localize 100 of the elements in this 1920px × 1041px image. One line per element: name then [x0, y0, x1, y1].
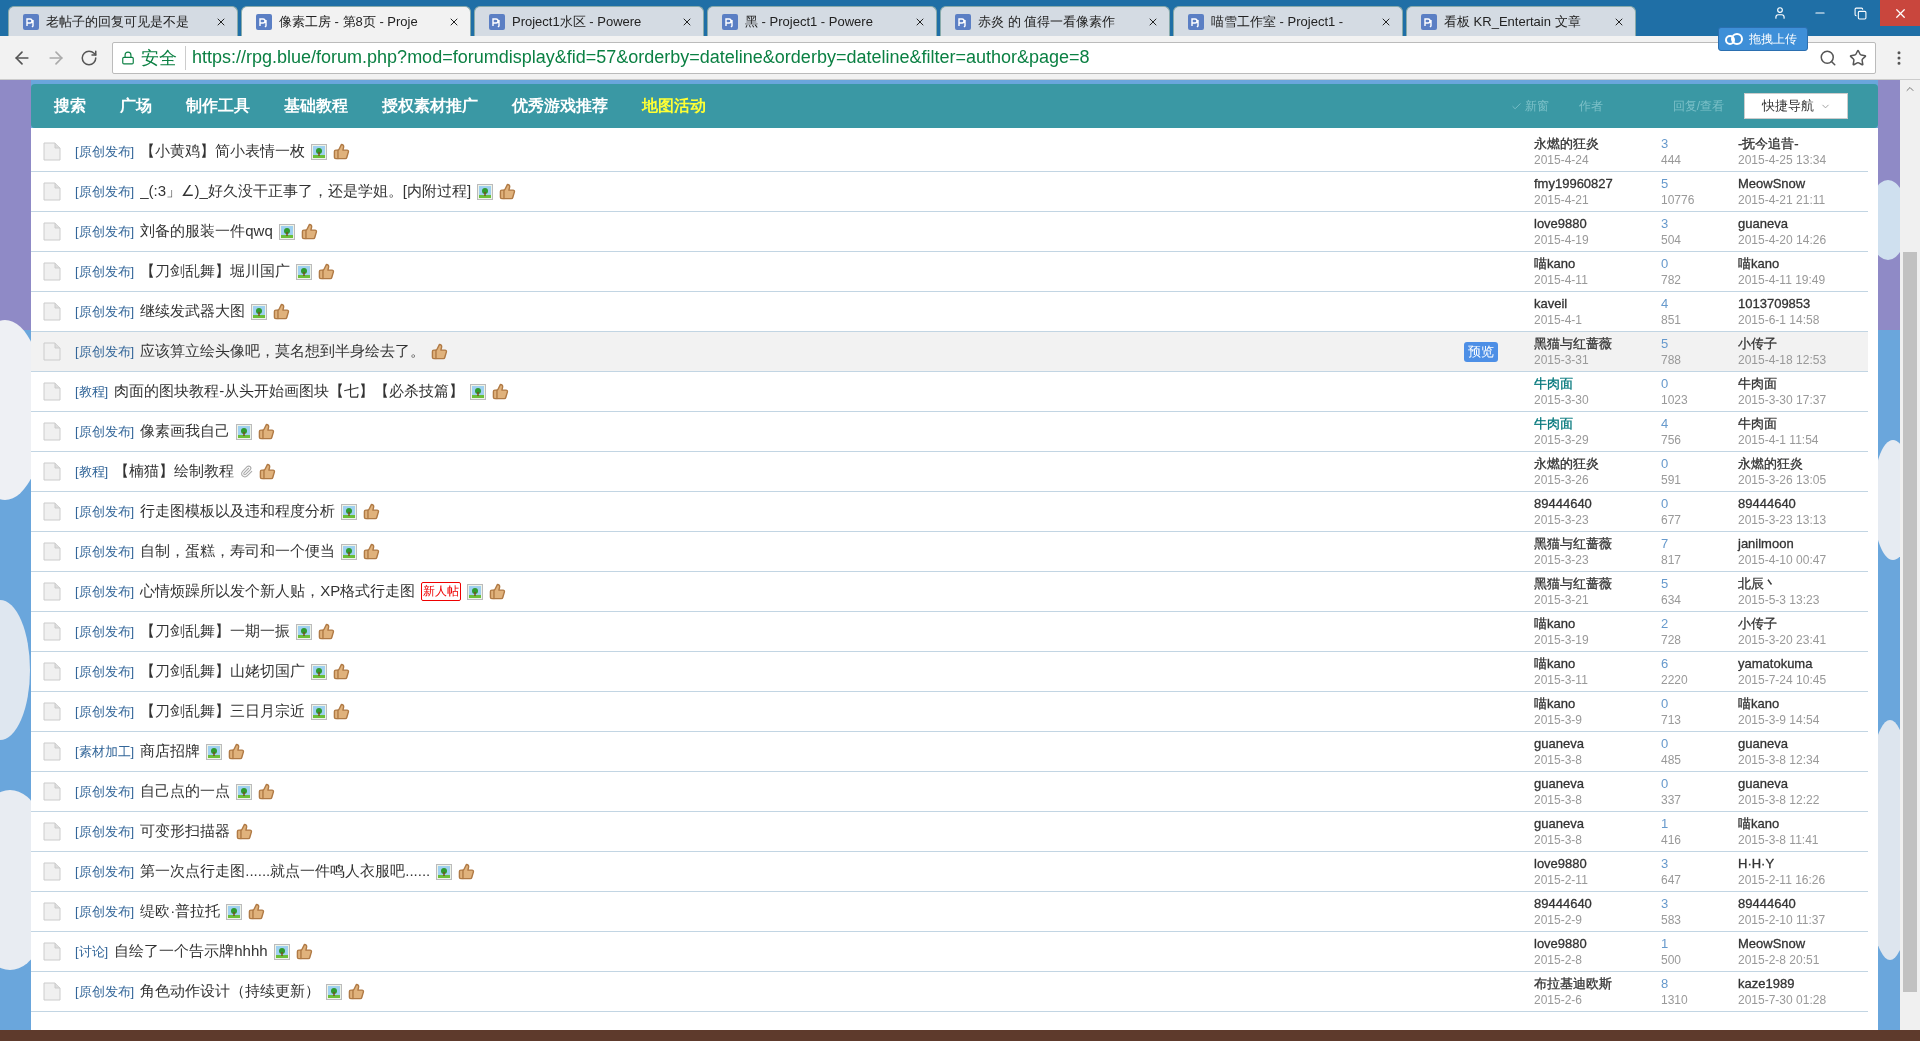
- thread-title-link[interactable]: 心情烦躁所以发个新人贴，XP格式行走图: [140, 582, 416, 601]
- browser-tab[interactable]: 喵雪工作室 - Project1 -: [1173, 6, 1403, 36]
- thread-title-link[interactable]: 自制，蛋糕，寿司和一个便当: [140, 542, 336, 561]
- search-icon[interactable]: [1819, 48, 1837, 67]
- author-link[interactable]: 永燃的狂炎: [1534, 135, 1599, 152]
- author-link[interactable]: 永燃的狂炎: [1534, 455, 1599, 472]
- last-poster-link[interactable]: 永燃的狂炎: [1738, 455, 1803, 472]
- thread-title-link[interactable]: _(:3」∠)_好久没干正事了，还是学姐。[内附过程]: [140, 182, 472, 201]
- last-poster-link[interactable]: -抚今追昔-: [1738, 135, 1799, 152]
- author-link[interactable]: 喵kano: [1534, 695, 1576, 712]
- browser-tab[interactable]: 老帖子的回复可见是不是: [8, 6, 238, 36]
- category-link[interactable]: [原创发布]: [75, 182, 135, 201]
- category-link[interactable]: [原创发布]: [75, 302, 135, 321]
- thread-title-link[interactable]: 行走图模板以及违和程度分析: [140, 502, 336, 521]
- browser-tab[interactable]: 赤炎 的 值得一看像素作: [940, 6, 1170, 36]
- last-poster-link[interactable]: 喵kano: [1738, 815, 1780, 832]
- quick-nav-button[interactable]: 快捷导航: [1744, 93, 1848, 119]
- category-link[interactable]: [原创发布]: [75, 862, 135, 881]
- thread-title-link[interactable]: 【刀剑乱舞】山姥切国广: [140, 662, 306, 681]
- thread-title-link[interactable]: 角色动作设计（持续更新）: [140, 982, 321, 1001]
- author-link[interactable]: 喵kano: [1534, 615, 1576, 632]
- last-poster-link[interactable]: 北辰丶: [1738, 575, 1777, 592]
- category-link[interactable]: [原创发布]: [75, 142, 135, 161]
- author-link[interactable]: 89444640: [1534, 495, 1592, 512]
- author-link[interactable]: 黑猫与红蔷薇: [1534, 575, 1612, 592]
- category-link[interactable]: [原创发布]: [75, 582, 135, 601]
- thread-title-link[interactable]: 继续发武器大图: [140, 302, 246, 321]
- category-link[interactable]: [原创发布]: [75, 982, 135, 1001]
- category-link[interactable]: [原创发布]: [75, 422, 135, 441]
- author-link[interactable]: love9880: [1534, 935, 1587, 952]
- category-link[interactable]: [原创发布]: [75, 342, 135, 361]
- thread-title-link[interactable]: 刘备的服装一件qwq: [140, 222, 273, 241]
- thread-title-link[interactable]: 肉面的图块教程-从头开始画图块【七】【必杀技篇】: [114, 382, 465, 401]
- thread-title-link[interactable]: 可变形扫描器: [140, 822, 231, 841]
- thread-title-link[interactable]: 缇欧·普拉托: [140, 902, 221, 921]
- browser-tab[interactable]: 看板 KR_Entertain 文章: [1406, 6, 1636, 36]
- last-poster-link[interactable]: 1013709853: [1738, 295, 1811, 312]
- last-poster-link[interactable]: 牛肉面: [1738, 375, 1777, 392]
- user-icon[interactable]: [1773, 6, 1787, 20]
- thread-title-link[interactable]: 【刀剑乱舞】一期一振: [140, 622, 291, 641]
- thread-title-link[interactable]: 商店招牌: [140, 742, 201, 761]
- last-poster-link[interactable]: H·H·Y: [1738, 855, 1775, 872]
- category-link[interactable]: [讨论]: [75, 942, 109, 961]
- thread-title-link[interactable]: 第一次点行走图......就点一件鸣人衣服吧......: [140, 862, 431, 881]
- author-link[interactable]: 牛肉面: [1534, 375, 1573, 392]
- category-link[interactable]: [素材加工]: [75, 742, 135, 761]
- browser-tab[interactable]: 像素工房 - 第8页 - Proje: [241, 6, 471, 36]
- category-link[interactable]: [原创发布]: [75, 902, 135, 921]
- category-link[interactable]: [原创发布]: [75, 622, 135, 641]
- last-poster-link[interactable]: guaneva: [1738, 735, 1788, 752]
- thread-title-link[interactable]: 应该算立绘头像吧，莫名想到半身绘去了。: [140, 342, 426, 361]
- thread-title-link[interactable]: 自己点的一点: [140, 782, 231, 801]
- category-link[interactable]: [教程]: [75, 382, 109, 401]
- last-poster-link[interactable]: 小传子: [1738, 615, 1777, 632]
- last-poster-link[interactable]: janilmoon: [1738, 535, 1794, 552]
- author-link[interactable]: guaneva: [1534, 735, 1584, 752]
- last-poster-link[interactable]: 89444640: [1738, 495, 1796, 512]
- category-link[interactable]: [原创发布]: [75, 542, 135, 561]
- last-poster-link[interactable]: guaneva: [1738, 215, 1788, 232]
- category-link[interactable]: [原创发布]: [75, 702, 135, 721]
- restore-icon[interactable]: [1853, 6, 1867, 20]
- author-link[interactable]: 喵kano: [1534, 255, 1576, 272]
- thread-title-link[interactable]: 自绘了一个告示牌hhhh: [114, 942, 268, 961]
- thread-title-link[interactable]: 像素画我自己: [140, 422, 231, 441]
- author-link[interactable]: love9880: [1534, 215, 1587, 232]
- reload-icon[interactable]: [80, 48, 98, 67]
- browser-tab[interactable]: Project1水区 - Powere: [474, 6, 704, 36]
- check-icon[interactable]: [1510, 100, 1522, 112]
- last-poster-link[interactable]: 喵kano: [1738, 255, 1780, 272]
- thread-title-link[interactable]: 【小黄鸡】简小表情一枚: [140, 142, 306, 161]
- author-link[interactable]: 89444640: [1534, 895, 1592, 912]
- category-link[interactable]: [原创发布]: [75, 262, 135, 281]
- thread-title-link[interactable]: 【刀剑乱舞】三日月宗近: [140, 702, 306, 721]
- author-link[interactable]: fmy19960827: [1534, 175, 1613, 192]
- category-link[interactable]: [原创发布]: [75, 782, 135, 801]
- author-link[interactable]: 牛肉面: [1534, 415, 1573, 432]
- thread-title-link[interactable]: 【楠猫】绘制教程: [114, 462, 235, 481]
- last-poster-link[interactable]: 89444640: [1738, 895, 1796, 912]
- author-link[interactable]: 布拉基迪欧斯: [1534, 975, 1612, 992]
- author-link[interactable]: kaveil: [1534, 295, 1568, 312]
- last-poster-link[interactable]: kaze1989: [1738, 975, 1795, 992]
- author-link[interactable]: love9880: [1534, 855, 1587, 872]
- category-link[interactable]: [教程]: [75, 462, 109, 481]
- category-link[interactable]: [原创发布]: [75, 222, 135, 241]
- category-link[interactable]: [原创发布]: [75, 822, 135, 841]
- thread-row[interactable]: [原创发布] 应该算立绘头像吧，莫名想到半身绘去了。 预览 黑猫与红蔷薇 2015-3-31 5 788 小传子 2015-4-18 12:53: [31, 332, 1868, 372]
- author-link[interactable]: 喵kano: [1534, 655, 1576, 672]
- last-poster-link[interactable]: MeowSnow: [1738, 175, 1806, 192]
- bookmark-star-icon[interactable]: [1849, 48, 1867, 67]
- last-poster-link[interactable]: 牛肉面: [1738, 415, 1777, 432]
- last-poster-link[interactable]: yamatokuma: [1738, 655, 1813, 672]
- last-poster-link[interactable]: guaneva: [1738, 775, 1788, 792]
- author-link[interactable]: guaneva: [1534, 815, 1584, 832]
- author-link[interactable]: guaneva: [1534, 775, 1584, 792]
- scrollbar[interactable]: [1900, 80, 1920, 1030]
- last-poster-link[interactable]: 喵kano: [1738, 695, 1780, 712]
- author-link[interactable]: 黑猫与红蔷薇: [1534, 335, 1612, 352]
- author-link[interactable]: 黑猫与红蔷薇: [1534, 535, 1612, 552]
- category-link[interactable]: [原创发布]: [75, 662, 135, 681]
- last-poster-link[interactable]: 小传子: [1738, 335, 1777, 352]
